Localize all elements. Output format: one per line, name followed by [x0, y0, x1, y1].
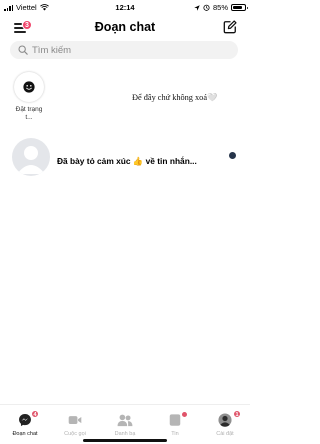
search-icon [18, 45, 28, 55]
profile-avatar-icon [218, 413, 232, 427]
alarm-icon [203, 4, 210, 11]
video-camera-icon [68, 416, 82, 424]
avatar [12, 138, 50, 176]
battery-icon [231, 4, 248, 11]
note-text[interactable]: Để đây chứ không xoá🤍 [132, 93, 217, 103]
page-title: Đoạn chat [94, 20, 156, 34]
chat-list-item[interactable]: Đã bày tỏ cảm xúc 👍 về tin nhắn... [12, 138, 242, 176]
settings-badge: 1 [233, 410, 241, 418]
unread-indicator [229, 152, 236, 159]
tab-label: Tin [171, 431, 179, 437]
tab-label: Cài đặt [216, 431, 234, 437]
header: 3 Đoạn chat [0, 14, 250, 42]
stories-dot [181, 411, 188, 418]
tab-label: Cuộc gọi [64, 431, 86, 437]
location-arrow-icon [194, 4, 200, 11]
chat-message-preview: Đã bày tỏ cảm xúc 👍 về tin nhắn... [57, 156, 197, 166]
chats-badge: 4 [31, 410, 39, 418]
people-icon [117, 414, 133, 427]
search-bar[interactable] [10, 41, 238, 59]
tab-chats[interactable]: Đoạn chat 4 [0, 405, 50, 444]
own-status-story[interactable]: Đặt trạng t... [12, 72, 46, 121]
tab-label: Đoạn chat [12, 431, 38, 437]
own-status-label: Đặt trạng t... [15, 106, 43, 121]
battery-percent: 85% [212, 3, 228, 12]
home-indicator [83, 439, 167, 442]
compose-icon[interactable] [223, 20, 237, 34]
search-input[interactable] [32, 44, 222, 56]
tab-settings[interactable]: Cài đặt 1 [200, 405, 250, 444]
status-bar: Viettel 12:14 85% [0, 0, 250, 14]
tab-label: Danh bạ [114, 431, 136, 437]
tab-bar: Đoạn chat 4 Cuộc gọi Danh bạ Tin Cài đặt [0, 404, 250, 444]
smiley-icon [14, 72, 44, 102]
